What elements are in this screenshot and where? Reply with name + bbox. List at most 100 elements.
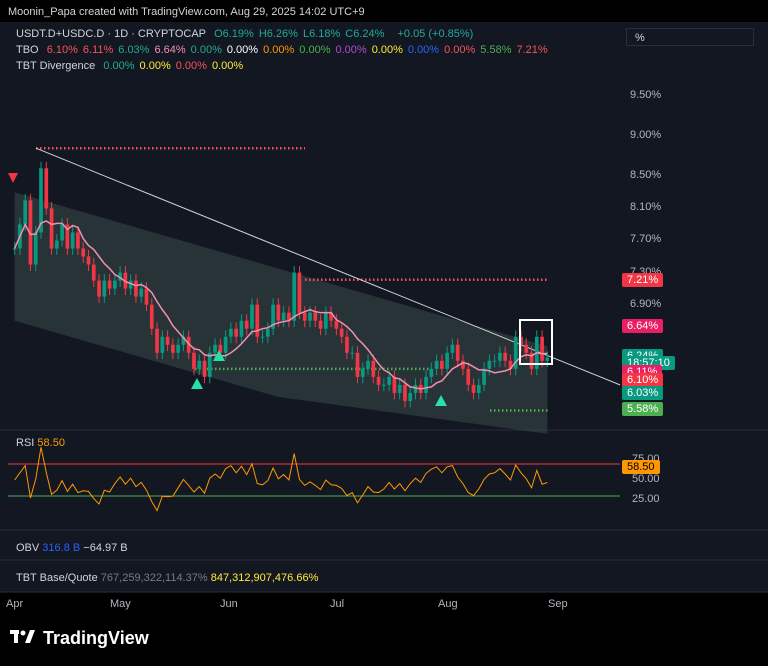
candle-body	[371, 360, 376, 377]
price-axis-tick: 9.50%	[630, 89, 662, 102]
candle-body	[139, 288, 144, 297]
candle-body	[12, 248, 17, 250]
candle-body	[255, 304, 260, 337]
tbo-value-12: 5.58%	[480, 44, 512, 56]
candle-body	[197, 360, 202, 369]
price-tag: 5.58%	[622, 401, 664, 416]
candle-body	[434, 360, 439, 369]
tbo-value-11: 0.00%	[444, 44, 476, 56]
tbo-value-8: 0.00%	[335, 44, 367, 56]
candle-body	[482, 368, 486, 385]
rsi-axis-tick: 50.00	[632, 473, 660, 485]
price-tag: 7.21%	[622, 272, 664, 287]
time-axis-tick: Sep	[548, 598, 568, 610]
candle-body	[487, 360, 492, 369]
price-axis-tick: 6.90%	[630, 297, 662, 310]
candle-body	[23, 200, 28, 225]
candle-body	[244, 320, 249, 329]
time-axis-tick: Jul	[330, 598, 345, 610]
candle-body	[171, 344, 175, 353]
candle-body	[292, 272, 297, 321]
tbt-value-1: 767,259,322,114.37%	[100, 572, 208, 584]
obv-legend: OBV 316.8 B −64.97 B	[16, 542, 128, 554]
tbo-value-0: 6.10%	[46, 44, 78, 56]
candle-body	[313, 312, 318, 321]
candle-body	[86, 256, 91, 265]
candle-body	[540, 336, 544, 361]
candle-body	[91, 264, 96, 281]
time-axis-tick: Apr	[6, 598, 24, 610]
ohlc-values: O6.19% H6.26% L6.18% C6.24%	[214, 28, 389, 40]
time-axis-tick: May	[110, 598, 131, 610]
tbo-legend: TBO 6.10% 6.11% 6.03% 6.64% 0.00% 0.00% 0.00% 0…	[16, 44, 558, 56]
candle-body	[445, 352, 449, 369]
candle-body	[276, 304, 281, 321]
obv-value-2: −64.97 B	[83, 542, 128, 554]
rsi-value-tag: 58.50	[622, 460, 660, 474]
tbo-value-1: 6.11%	[82, 44, 114, 56]
sell-signal-triangle	[8, 173, 18, 183]
candle-body	[382, 384, 386, 386]
candle-body	[376, 376, 381, 385]
candle-body	[403, 384, 407, 401]
price-axis-tick: 8.10%	[630, 201, 662, 214]
candle-body	[155, 328, 159, 353]
candle-body	[440, 360, 444, 369]
candle-body	[250, 304, 254, 329]
tbo-value-13: 7.21%	[516, 44, 548, 56]
candle-body	[176, 344, 180, 353]
ohlc-value-0: O6.19%	[214, 28, 254, 40]
brand-name: TradingView	[43, 628, 149, 648]
candle-body	[450, 344, 455, 353]
candle-body	[165, 336, 170, 345]
buy-signal-triangle	[191, 378, 203, 389]
tbo-value-5: 0.00%	[226, 44, 259, 56]
tbo-value-3: 6.64%	[154, 44, 186, 56]
candle-body	[102, 280, 107, 297]
candle-body	[318, 320, 323, 329]
cloud-band	[14, 192, 548, 434]
price-axis-tick: 9.00%	[630, 129, 662, 142]
candle-body	[70, 232, 75, 249]
tbo-value-7: 0.00%	[299, 44, 331, 56]
tbt-label: TBT Base/Quote	[16, 572, 98, 584]
ohlc-value-2: L6.18%	[302, 28, 341, 40]
candle-body	[81, 248, 86, 257]
candle-body	[234, 328, 239, 337]
ohlc-value-1: H6.26%	[258, 28, 298, 40]
tbo-values: 6.10% 6.11% 6.03% 6.64% 0.00% 0.00% 0.00% 0.00%…	[47, 44, 553, 56]
candle-body	[202, 360, 207, 377]
candle-body	[408, 392, 413, 401]
candle-body	[239, 320, 244, 337]
symbol-name: USDT.D+USDC.D · 1D · CRYPTOCAP	[16, 28, 206, 40]
divergence-value-1: 0.00%	[139, 60, 171, 72]
tbo-value-4: 0.00%	[190, 44, 222, 56]
tbo-value-2: 6.03%	[118, 44, 150, 56]
candle-body	[113, 280, 117, 289]
candle-body	[360, 368, 365, 377]
candle-body	[144, 288, 149, 305]
candle-body	[76, 232, 80, 249]
obv-label: OBV	[16, 542, 40, 554]
candle-body	[149, 304, 154, 329]
candle-body	[49, 208, 54, 249]
candle-body	[54, 240, 59, 249]
tbo-value-6: 0.00%	[263, 44, 295, 56]
candle-body	[334, 320, 339, 329]
divergence-legend: TBT Divergence 0.00% 0.00% 0.00% 0.00%	[16, 60, 253, 72]
divergence-label: TBT Divergence	[16, 60, 96, 72]
tbt-legend: TBT Base/Quote 767,259,322,114.37% 847,3…	[16, 572, 318, 584]
candle-body	[192, 352, 196, 369]
unit-toggle[interactable]: %	[626, 28, 754, 46]
candle-body	[308, 312, 312, 321]
candle-body	[97, 280, 101, 297]
candle-body	[492, 360, 497, 362]
price-axis-tick: 7.70%	[630, 233, 662, 246]
candle-body	[107, 280, 112, 289]
candle-body	[387, 376, 391, 385]
ohlc-value-3: C6.24%	[345, 28, 385, 40]
candle-body	[455, 344, 460, 361]
candle-body	[297, 272, 302, 313]
obv-value-1: 316.8 B	[42, 542, 81, 554]
time-axis-tick: Jun	[220, 598, 238, 610]
